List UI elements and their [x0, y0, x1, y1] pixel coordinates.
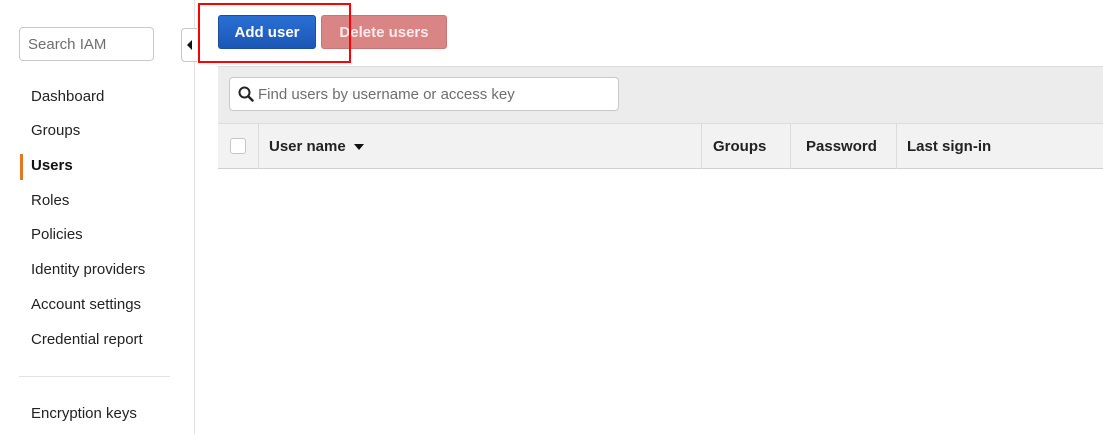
sidebar-item-policies[interactable]: Policies: [0, 223, 190, 247]
column-header-label: User name: [269, 138, 346, 155]
select-all-checkbox[interactable]: [230, 138, 246, 154]
sort-descending-icon: [353, 144, 364, 151]
sidebar-item-account-settings[interactable]: Account settings: [0, 293, 190, 317]
filter-users-input[interactable]: [258, 78, 613, 110]
sidebar-item-label: Users: [31, 157, 73, 174]
sidebar-divider: [19, 376, 170, 377]
sidebar-item-roles[interactable]: Roles: [0, 189, 190, 213]
sidebar-item-label: Dashboard: [31, 88, 105, 105]
sidebar-item-encryption-keys[interactable]: Encryption keys: [0, 402, 190, 426]
search-icon: [238, 86, 254, 102]
search-iam-input[interactable]: [19, 27, 154, 61]
add-user-button[interactable]: Add user: [218, 15, 316, 49]
sidebar-item-label: Encryption keys: [31, 405, 137, 422]
collapse-sidebar-button[interactable]: [181, 28, 197, 62]
sidebar-item-label: Policies: [31, 226, 83, 243]
sidebar-item-credential-report[interactable]: Credential report: [0, 328, 190, 352]
sidebar-item-identity-providers[interactable]: Identity providers: [0, 258, 190, 282]
sidebar-item-users[interactable]: Users: [0, 154, 190, 180]
filter-users-field[interactable]: [229, 77, 619, 111]
delete-users-label: Delete users: [339, 23, 429, 41]
select-all-cell: [218, 124, 258, 169]
column-header-label: Last sign-in: [907, 138, 992, 155]
sidebar-item-label: Identity providers: [31, 261, 146, 278]
add-user-label: Add user: [234, 23, 300, 41]
column-header-last-sign-in[interactable]: Last sign-in: [896, 124, 1103, 169]
column-header-password[interactable]: Password: [790, 124, 896, 169]
users-table-header: User name Groups Password Last sign-in: [218, 123, 1103, 169]
sidebar-item-label: Roles: [31, 192, 70, 209]
sidebar-item-label: Credential report: [31, 331, 143, 348]
column-header-user-name[interactable]: User name: [258, 124, 701, 169]
sidebar-item-label: Account settings: [31, 296, 142, 313]
sidebar: Dashboard Groups Users Roles Policies Id…: [0, 0, 195, 434]
sidebar-item-dashboard[interactable]: Dashboard: [0, 85, 190, 109]
filter-bar: [218, 66, 1103, 123]
sidebar-item-label: Groups: [31, 122, 81, 139]
column-header-groups[interactable]: Groups: [701, 124, 790, 169]
caret-left-icon: [187, 40, 192, 50]
sidebar-item-groups[interactable]: Groups: [0, 119, 190, 143]
delete-users-button[interactable]: Delete users: [321, 15, 447, 49]
iam-users-page: Dashboard Groups Users Roles Policies Id…: [0, 0, 1103, 434]
column-header-label: Groups: [713, 138, 767, 155]
column-header-label: Password: [806, 138, 877, 155]
